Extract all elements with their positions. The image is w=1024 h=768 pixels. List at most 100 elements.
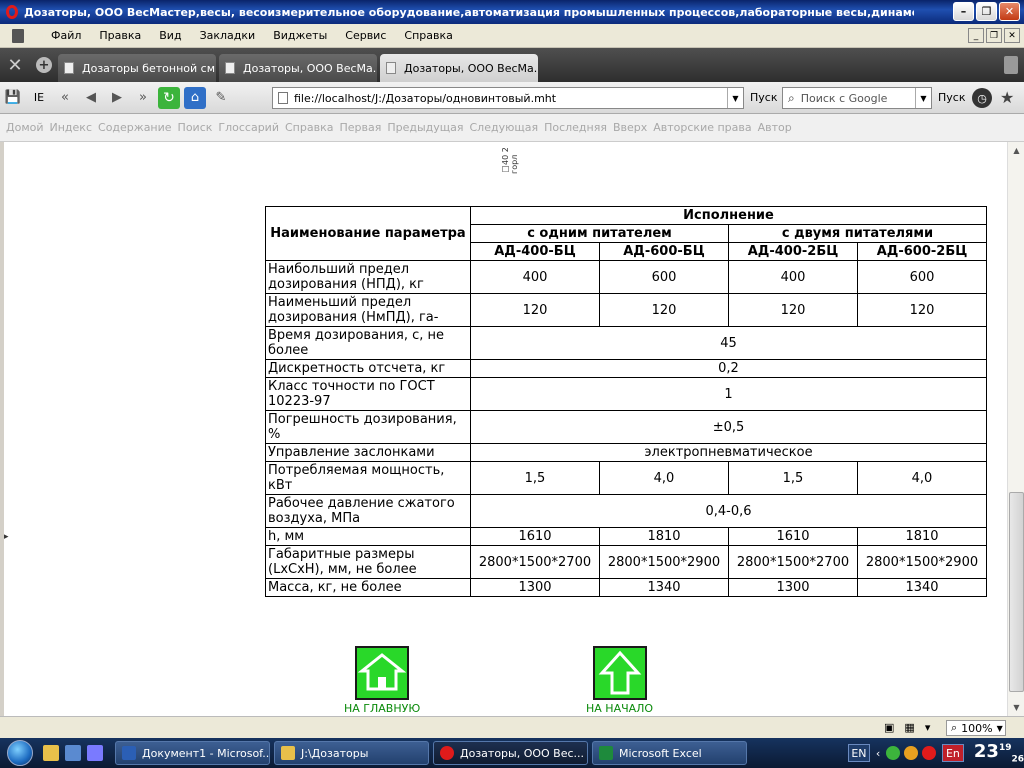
nav-first[interactable]: Первая (339, 121, 381, 134)
nav-copyright[interactable]: Авторские права (653, 121, 751, 134)
start-button[interactable] (0, 738, 40, 768)
task-opera[interactable]: Дозаторы, ООО Вес... (433, 741, 588, 765)
nav-index[interactable]: Индекс (50, 121, 93, 134)
value-cell: 4,0 (857, 461, 987, 495)
address-input[interactable]: file://localhost/J:/Дозаторы/одновинтовы… (272, 87, 744, 109)
quicklaunch-desktop-icon[interactable] (65, 745, 81, 761)
close-button[interactable]: ✕ (999, 2, 1020, 21)
chevron-down-icon[interactable]: ▼ (997, 724, 1003, 733)
mdi-minimize-button[interactable]: _ (968, 28, 984, 43)
value-cell: 4,0 (599, 461, 729, 495)
back-icon[interactable]: ◀ (78, 86, 104, 110)
keyboard-layout-indicator[interactable]: En (942, 744, 964, 762)
tools-icon[interactable]: ✕ (0, 48, 30, 82)
tab-3-active[interactable]: Дозаторы, ООО ВесМа... (380, 54, 538, 82)
nav-help[interactable]: Справка (285, 121, 333, 134)
drawing-label: □40 2 горл (501, 147, 519, 174)
camera-icon[interactable]: ▦ (904, 721, 914, 734)
table-row: Класс точности по ГОСТ 10223-97 1 (265, 377, 987, 411)
task-label: Документ1 - Microsof... (142, 746, 270, 760)
top-link-label[interactable]: НА НАЧАЛО (586, 702, 653, 715)
mdi-close-button[interactable]: ✕ (1004, 28, 1020, 43)
zoom-control[interactable]: ⌕ 100% ▼ (946, 720, 1006, 736)
nav-next[interactable]: Следующая (469, 121, 538, 134)
rewind-icon[interactable]: « (52, 86, 78, 110)
nav-search[interactable]: Поиск (178, 121, 213, 134)
task-folder[interactable]: J:\Дозаторы (274, 741, 429, 765)
panel-toggle-icon[interactable]: ▣ (884, 721, 894, 734)
task-excel[interactable]: Microsoft Excel (592, 741, 747, 765)
maximize-button[interactable]: ❐ (976, 2, 997, 21)
chevron-left-icon[interactable]: ‹ (876, 747, 880, 760)
window-title: Дозаторы, ООО ВесМастер,весы, весоизмери… (24, 5, 914, 19)
top-link-button[interactable]: НА НАЧАЛО (586, 646, 653, 715)
window-title-bar[interactable]: Дозаторы, ООО ВесМастер,весы, весоизмери… (0, 0, 1024, 24)
language-indicator[interactable]: EN (848, 744, 870, 762)
left-marker-icon: ▸ (4, 532, 9, 542)
history-clock-icon[interactable]: ◷ (972, 88, 992, 108)
menu-tools[interactable]: Сервис (336, 29, 395, 42)
quicklaunch-avast-icon[interactable] (43, 745, 59, 761)
search-input[interactable]: ⌕ Поиск с Google ▼ (782, 87, 932, 109)
ie-button[interactable]: IE (26, 91, 52, 104)
home-link-button[interactable]: НА ГЛАВНУЮ (344, 646, 420, 715)
bookmark-star-icon[interactable]: ★ (1000, 88, 1014, 107)
value-cell: 1810 (857, 527, 987, 546)
home-icon[interactable]: ⌂ (184, 86, 206, 109)
menu-bookmarks[interactable]: Закладки (191, 29, 265, 42)
table-row: Управление заслонками электропневматическ… (265, 443, 987, 462)
tab-1[interactable]: Дозаторы бетонной см... (58, 54, 216, 82)
parameter-name-cell: Погрешность дозирования, % (265, 410, 471, 444)
new-tab-button[interactable]: + (30, 48, 58, 82)
task-word[interactable]: Документ1 - Microsof... (115, 741, 270, 765)
nav-previous[interactable]: Предыдущая (387, 121, 463, 134)
mdi-restore-button[interactable]: ❐ (986, 28, 1002, 43)
nav-glossary[interactable]: Глоссарий (218, 121, 279, 134)
quicklaunch-save-icon[interactable] (87, 745, 103, 761)
nav-up[interactable]: Вверх (613, 121, 647, 134)
scroll-down-arrow-icon[interactable]: ▼ (1008, 699, 1024, 716)
tray-avast-icon[interactable] (904, 746, 919, 760)
minimize-button[interactable]: – (953, 2, 974, 21)
taskbar-clock[interactable]: 231926 (974, 741, 1024, 765)
value-cell: 120 (599, 293, 729, 327)
menu-edit[interactable]: Правка (90, 29, 150, 42)
clock-hour: 23 (973, 741, 999, 763)
menu-widgets[interactable]: Виджеты (264, 29, 336, 42)
fast-forward-icon[interactable]: » (130, 86, 156, 110)
save-icon[interactable]: 💾 (0, 86, 26, 110)
home-link-label[interactable]: НА ГЛАВНУЮ (344, 702, 420, 715)
nav-contents[interactable]: Содержание (98, 121, 172, 134)
tray-opera-icon[interactable] (922, 746, 936, 760)
tray-network-icon[interactable] (886, 746, 901, 760)
menu-view[interactable]: Вид (150, 29, 190, 42)
chevron-down-icon[interactable]: ▼ (915, 88, 931, 108)
nav-last[interactable]: Последняя (544, 121, 607, 134)
table-row: Наибольший предел дозирования (НПД), кг 4… (265, 260, 987, 294)
tab-2[interactable]: Дозаторы, ООО ВесМа... (219, 54, 377, 82)
reload-icon[interactable]: ↻ (158, 86, 180, 109)
value-cell: 600 (857, 260, 987, 294)
document-icon[interactable] (12, 28, 24, 43)
menu-file[interactable]: Файл (42, 29, 90, 42)
value-cell: 2800*1500*2900 (857, 545, 987, 579)
scrollbar-thumb[interactable] (1009, 492, 1024, 692)
menu-help[interactable]: Справка (395, 29, 461, 42)
header-group-two-feeders: с двумя питателями (728, 224, 987, 243)
chevron-down-icon[interactable]: ▼ (727, 88, 743, 108)
vertical-scrollbar[interactable]: ▲ ▼ (1007, 142, 1024, 716)
value-cell-merged: электропневматическое (470, 443, 987, 462)
address-toolbar: 💾 IE « ◀ ▶ » ↻ ⌂ ✎ file://localhost/J:/Д… (0, 82, 1024, 114)
address-value: file://localhost/J:/Дозаторы/одновинтовы… (294, 91, 557, 105)
trash-icon[interactable] (1004, 56, 1018, 74)
nav-author[interactable]: Автор (758, 121, 792, 134)
edit-icon[interactable]: ✎ (208, 86, 234, 110)
go-button[interactable]: Пуск (750, 91, 777, 104)
scroll-up-arrow-icon[interactable]: ▲ (1008, 142, 1024, 159)
forward-icon[interactable]: ▶ (104, 86, 130, 110)
nav-home[interactable]: Домой (6, 121, 44, 134)
system-tray: EN ‹ En 231926 (848, 738, 1024, 768)
search-go-button[interactable]: Пуск (938, 91, 965, 104)
chevron-down-icon[interactable]: ▾ (925, 721, 931, 734)
header-model: АД-600-БЦ (599, 242, 729, 261)
